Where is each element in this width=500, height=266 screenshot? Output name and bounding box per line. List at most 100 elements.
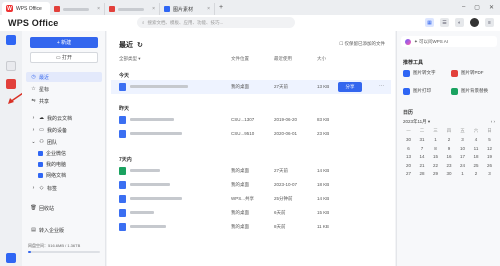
keep-added-toggle[interactable]: ☐ 仅保留已添加的文件 <box>339 41 385 47</box>
skin-icon[interactable]: ◐ <box>455 18 464 27</box>
calendar-day[interactable]: 9 <box>444 146 455 151</box>
sidebar-item-starred[interactable]: ☆ 星标 <box>26 84 102 94</box>
col-type-filter[interactable]: 全部类型 ▾ <box>119 56 141 62</box>
calendar-day[interactable]: 11 <box>471 146 482 151</box>
calendar-day[interactable]: 16 <box>444 154 455 159</box>
search-input[interactable]: ⌕ 搜索文档、模板、应用、功能、技巧... <box>137 17 295 28</box>
table-row[interactable]: CSU...9510 2020-06-01 23 KB <box>111 127 391 141</box>
sidebar-item-cloud[interactable]: › ☁ 我的云文档 <box>26 113 102 123</box>
docs-icon[interactable] <box>6 35 16 45</box>
chevron-right-icon: › <box>32 115 35 121</box>
table-row[interactable]: 我的桌面 27天前 13 KB 分享 ··· <box>111 80 391 94</box>
open-button[interactable]: ▭ 打开 <box>30 52 98 63</box>
table-row[interactable]: 我的桌面 27天前 14 KB <box>111 164 391 178</box>
sidebar-item-wecom[interactable]: 企业微信 <box>26 148 102 158</box>
calendar-nav[interactable]: ‹ › <box>491 119 495 125</box>
table-row[interactable]: 我的桌面 6天前 15 KB <box>111 206 391 220</box>
calendar-day[interactable]: 7 <box>417 146 428 151</box>
calendar-month-select[interactable]: 2023年11月 ▾ <box>403 119 430 125</box>
close-icon[interactable]: × <box>152 6 155 12</box>
tab-document-2[interactable]: × <box>50 3 105 15</box>
table-row[interactable]: CSU...1307 2019-06-20 83 KB <box>111 113 391 127</box>
new-tab-icon[interactable]: + <box>219 4 223 11</box>
sidebar-item-devices[interactable]: › ▭ 我的设备 <box>26 125 102 135</box>
avatar[interactable] <box>470 18 479 27</box>
new-button[interactable]: + 新建 <box>30 37 98 48</box>
calendar-day[interactable]: 6 <box>403 146 414 151</box>
tool-image-to-pdf[interactable]: 图片转PDF <box>451 68 495 78</box>
more-icon[interactable]: ··· <box>379 83 384 89</box>
menu-icon[interactable]: ≡ <box>485 18 494 27</box>
calendar-day[interactable]: 8 <box>430 146 441 151</box>
pdf-app-icon[interactable] <box>6 79 16 89</box>
calendar-day[interactable]: 3 <box>484 171 495 176</box>
sidebar-item-enterprise[interactable]: ▤ 转入企业版 <box>26 225 102 235</box>
open-label: 打开 <box>62 55 73 61</box>
tab-wps-home[interactable]: W WPS Office <box>2 2 50 15</box>
calendar-day[interactable]: 21 <box>417 163 428 168</box>
apps-icon[interactable] <box>6 61 16 71</box>
minimize-icon[interactable]: – <box>462 4 465 11</box>
calendar-day[interactable]: 26 <box>484 163 495 168</box>
calendar-day[interactable]: 5 <box>484 137 495 142</box>
calendar-day[interactable]: 18 <box>471 154 482 159</box>
calendar-day[interactable]: 22 <box>430 163 441 168</box>
calendar-day[interactable]: 24 <box>457 163 468 168</box>
share-button[interactable]: 分享 <box>338 82 362 92</box>
tab-document-3[interactable]: × <box>105 3 160 15</box>
calendar-day[interactable]: 1 <box>457 171 468 176</box>
close-icon[interactable]: × <box>207 6 210 12</box>
table-row[interactable]: WPS...共享 25分钟前 14 KB <box>111 192 391 206</box>
calendar-week: 20 21 22 23 24 25 26 <box>403 161 495 170</box>
calendar-day[interactable]: 15 <box>430 154 441 159</box>
close-window-icon[interactable]: ✕ <box>489 4 494 11</box>
table-row[interactable]: 我的桌面 8天前 11 KB <box>111 220 391 234</box>
calendar-day[interactable]: 4 <box>471 137 482 142</box>
tool-image-print[interactable]: 图片打印 <box>403 86 447 96</box>
sidebar-item-tags[interactable]: › ◇ 标签 <box>26 183 102 193</box>
file-type-icon <box>119 223 126 231</box>
page-title: 最近 ↻ <box>119 40 143 50</box>
calendar-day[interactable]: 3 <box>457 137 468 142</box>
calendar-day[interactable]: 25 <box>471 163 482 168</box>
sidebar-item-team[interactable]: ⌄ ⚇ 团队 <box>26 137 102 147</box>
tool-bg-replace[interactable]: 图片背景替换 <box>451 86 495 96</box>
refresh-icon[interactable]: ↻ <box>137 41 143 49</box>
sidebar-item-recent[interactable]: ◷ 最近 <box>26 72 102 82</box>
calendar-day[interactable]: 23 <box>444 163 455 168</box>
calendar-day[interactable]: 1 <box>430 137 441 142</box>
sidebar-item-network[interactable]: 网络文档 <box>26 170 102 180</box>
sidebar-item-shared[interactable]: ⇋ 共享 <box>26 96 102 106</box>
tool-image-to-text[interactable]: 图片转文字 <box>403 68 447 78</box>
table-row[interactable]: 我的桌面 2023-10-07 18 KB <box>111 178 391 192</box>
close-icon[interactable]: × <box>97 6 100 12</box>
calendar-day[interactable]: 30 <box>403 137 414 142</box>
tab-document-4[interactable]: 图片素材 × <box>160 3 215 15</box>
weekday-label: 二 <box>419 128 425 134</box>
weekday-label: 三 <box>433 128 438 134</box>
calendar-day[interactable]: 31 <box>417 137 428 142</box>
calendar-day[interactable]: 28 <box>417 171 428 176</box>
maximize-icon[interactable]: ▢ <box>474 4 480 11</box>
calendar-day[interactable]: 30 <box>444 171 455 176</box>
calendar-day[interactable]: 29 <box>430 171 441 176</box>
app-center-icon[interactable] <box>6 253 16 263</box>
sidebar-item-trash[interactable]: 🗑 回收站 <box>26 203 102 213</box>
calendar-day[interactable]: 12 <box>484 146 495 151</box>
file-type-icon <box>119 167 126 175</box>
ai-prompt-input[interactable]: ✦ 可以问WPS AI <box>401 36 497 47</box>
calendar-day[interactable]: 2 <box>444 137 455 142</box>
sidebar-item-computer[interactable]: 我的电脑 <box>26 159 102 169</box>
file-name-blurred <box>130 211 154 214</box>
calendar-day[interactable]: 14 <box>417 154 428 159</box>
calendar-day[interactable]: 19 <box>484 154 495 159</box>
calendar-day[interactable]: 2 <box>471 171 482 176</box>
calendar-day[interactable]: 10 <box>457 146 468 151</box>
calendar-day[interactable]: 27 <box>403 171 414 176</box>
calendar-day[interactable]: 20 <box>403 163 414 168</box>
calendar-day[interactable]: 17 <box>457 154 468 159</box>
calendar-day[interactable]: 13 <box>403 154 414 159</box>
list-view-icon[interactable]: ☰ <box>440 18 449 27</box>
calendar-week: 30 31 1 2 3 4 5 <box>403 136 495 145</box>
grid-view-icon[interactable]: ▦ <box>425 18 434 27</box>
